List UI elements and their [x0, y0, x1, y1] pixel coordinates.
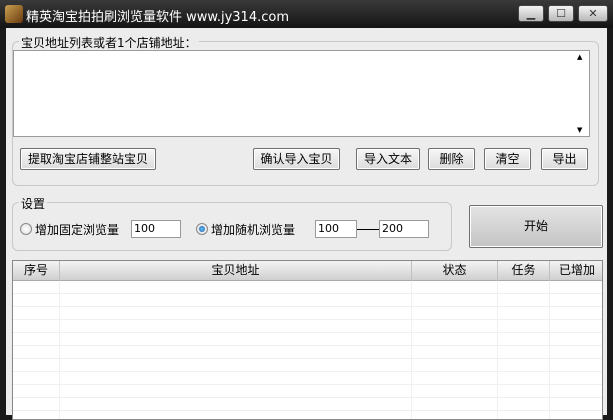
- table-row: [13, 372, 602, 385]
- scroll-up-icon[interactable]: ▲: [577, 53, 582, 61]
- confirm-import-button[interactable]: 确认导入宝贝: [253, 148, 340, 170]
- address-group: 宝贝地址列表或者1个店铺地址： ▲ ▼ 提取淘宝店铺整站宝贝 确认导入宝贝 导入…: [12, 34, 599, 186]
- random-views-label: 增加随机浏览量: [211, 223, 296, 237]
- random-max-input[interactable]: 200: [379, 220, 429, 238]
- address-group-label: 宝贝地址列表或者1个店铺地址：: [19, 34, 199, 51]
- settings-label: 设置: [19, 195, 48, 212]
- task-table[interactable]: 序号 宝贝地址 状态 任务 已增加: [12, 260, 603, 420]
- minimize-button[interactable]: ▁: [518, 5, 544, 22]
- export-button[interactable]: 导出: [541, 148, 588, 170]
- table-row: [13, 307, 602, 320]
- maximize-button[interactable]: ☐: [548, 5, 574, 22]
- random-views-radio[interactable]: [196, 223, 208, 235]
- title-bar: 精英淘宝拍拍刷浏览量软件 www.jy314.com ▁ ☐ ✕: [0, 0, 613, 28]
- table-row: [13, 333, 602, 346]
- settings-group: 设置 增加固定浏览量 100 增加随机浏览量 100 200: [12, 195, 452, 251]
- app-icon: [5, 5, 23, 23]
- table-header: 序号 宝贝地址 状态 任务 已增加: [13, 261, 602, 281]
- clear-button[interactable]: 清空: [484, 148, 531, 170]
- delete-button[interactable]: 删除: [428, 148, 475, 170]
- table-row: [13, 398, 602, 411]
- table-row: [13, 385, 602, 398]
- fixed-views-input[interactable]: 100: [131, 220, 181, 238]
- column-header-status[interactable]: 状态: [412, 261, 498, 281]
- start-button[interactable]: 开始: [469, 205, 603, 248]
- client-area: 宝贝地址列表或者1个店铺地址： ▲ ▼ 提取淘宝店铺整站宝贝 确认导入宝贝 导入…: [6, 28, 607, 420]
- textarea-scrollbar[interactable]: ▲ ▼: [573, 51, 589, 136]
- window-title: 精英淘宝拍拍刷浏览量软件 www.jy314.com: [26, 10, 289, 25]
- random-min-input[interactable]: 100: [315, 220, 357, 238]
- fixed-views-label: 增加固定浏览量: [35, 223, 120, 237]
- import-text-button[interactable]: 导入文本: [356, 148, 420, 170]
- table-row: [13, 320, 602, 333]
- fixed-views-radio[interactable]: [20, 223, 32, 235]
- table-row: [13, 359, 602, 372]
- extract-shop-button[interactable]: 提取淘宝店铺整站宝贝: [20, 148, 156, 170]
- scroll-down-icon[interactable]: ▼: [577, 126, 582, 134]
- column-header-added[interactable]: 已增加: [550, 261, 604, 281]
- table-row: [13, 281, 602, 294]
- table-row: [13, 346, 602, 359]
- address-textarea[interactable]: ▲ ▼: [13, 50, 590, 137]
- table-row: [13, 294, 602, 307]
- column-header-url[interactable]: 宝贝地址: [60, 261, 412, 281]
- close-button[interactable]: ✕: [578, 5, 608, 22]
- column-header-index[interactable]: 序号: [13, 261, 60, 281]
- range-dash: [357, 229, 379, 230]
- column-header-task[interactable]: 任务: [498, 261, 550, 281]
